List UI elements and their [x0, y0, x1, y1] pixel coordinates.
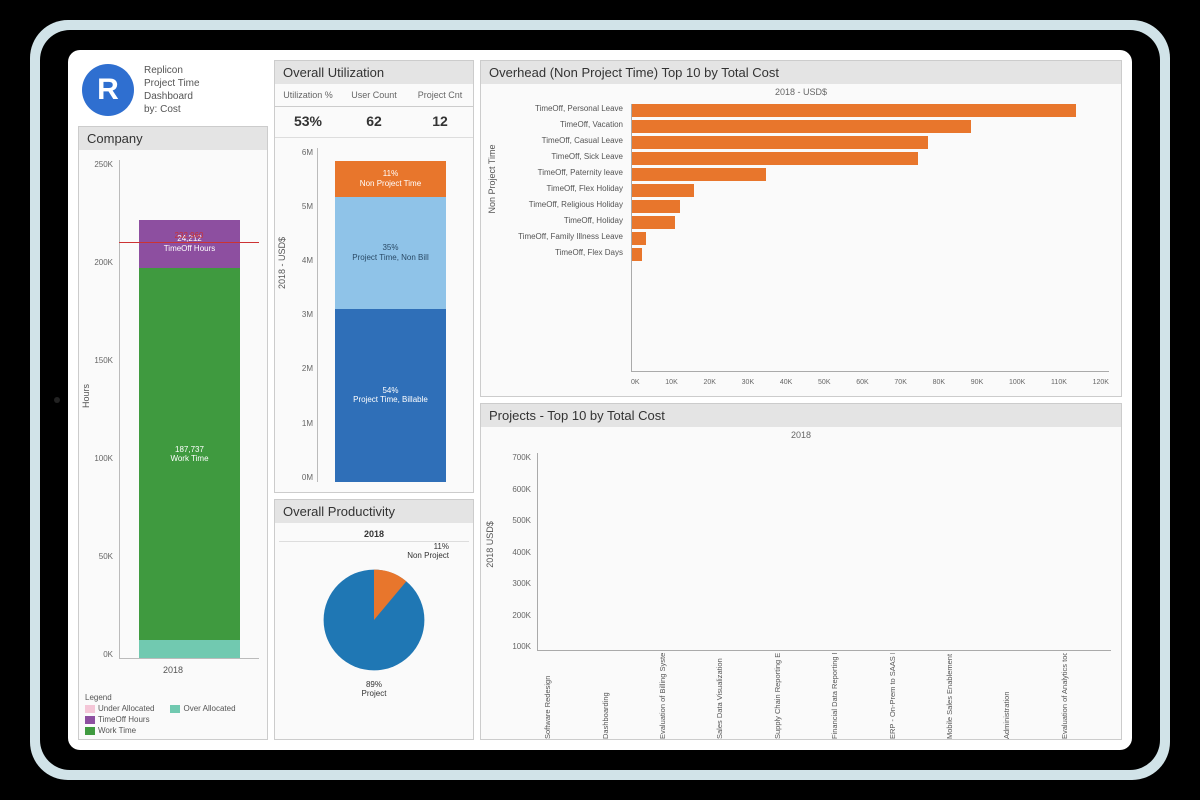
- overhead-x-ticks: 0K10K20K30K40K50K60K70K80K90K100K110K120…: [631, 379, 1109, 386]
- logo-block: R Replicon Project Time Dashboard by: Co…: [78, 60, 268, 120]
- kpi-value-project-cnt: 12: [407, 107, 473, 135]
- overhead-row-labels: TimeOff, Personal Leave TimeOff, Vacatio…: [481, 104, 629, 264]
- overhead-bar[interactable]: [632, 120, 971, 133]
- title-line1: Replicon: [144, 64, 200, 77]
- legend-timeoff: TimeOff Hours: [85, 715, 150, 724]
- kpi-value-user-count: 62: [341, 107, 407, 135]
- projects-subtitle: 2018: [481, 427, 1121, 443]
- overhead-bar[interactable]: [632, 184, 694, 197]
- company-y-ticks: 0K 50K 100K 150K 200K 250K: [91, 160, 113, 659]
- projects-y-ticks: 100K200K300K400K500K600K700K: [505, 453, 531, 651]
- overhead-bar[interactable]: [632, 168, 766, 181]
- title-line3: Dashboard: [144, 90, 200, 103]
- util-seg-non-project[interactable]: 11% Non Project Time: [335, 161, 445, 196]
- middle-column: Overall Utilization Utilization % User C…: [274, 60, 474, 740]
- productivity-year: 2018: [279, 527, 469, 542]
- company-panel[interactable]: Company Hours 0K 50K 100K 150K 200K 250K: [78, 126, 268, 740]
- company-seg-over-allocated[interactable]: [139, 640, 239, 658]
- projects-chart[interactable]: 2018 USD$ 100K200K300K400K500K600K700K: [481, 443, 1121, 739]
- company-chart[interactable]: Hours 0K 50K 100K 150K 200K 250K: [79, 150, 267, 689]
- projects-y-label: 2018 USD$: [485, 521, 495, 568]
- kpi-header-user-count: User Count: [341, 84, 407, 107]
- overhead-bar[interactable]: [632, 232, 646, 245]
- utilization-chart[interactable]: 2018 - USD$ 0M 1M 2M 3M 4M 5M 6M: [275, 137, 473, 492]
- tablet-bezel: R Replicon Project Time Dashboard by: Co…: [40, 30, 1160, 770]
- title-line2: Project Time: [144, 77, 200, 90]
- overhead-bar[interactable]: [632, 152, 918, 165]
- company-seg-timeoff[interactable]: 24,212 TimeOff Hours: [139, 220, 239, 268]
- overhead-bar[interactable]: [632, 248, 642, 261]
- utilization-panel[interactable]: Overall Utilization Utilization % User C…: [274, 60, 474, 493]
- right-column: Overhead (Non Project Time) Top 10 by To…: [480, 60, 1122, 740]
- company-reference-line: 232,960: [119, 242, 259, 243]
- overhead-title: Overhead (Non Project Time) Top 10 by To…: [481, 61, 1121, 84]
- utilization-y-ticks: 0M 1M 2M 3M 4M 5M 6M: [291, 148, 313, 482]
- kpi-header-project-cnt: Project Cnt: [407, 84, 473, 107]
- legend-heading: Legend: [85, 693, 261, 702]
- kpi-header-utilization: Utilization %: [275, 84, 341, 107]
- overhead-subtitle: 2018 - USD$: [481, 84, 1121, 100]
- utilization-plot-area: 11% Non Project Time 35% Project Time, N…: [317, 148, 463, 482]
- productivity-proj-label: 89%Project: [279, 680, 469, 698]
- utilization-stacked-bar[interactable]: 11% Non Project Time 35% Project Time, N…: [335, 161, 445, 481]
- company-stacked-bar[interactable]: 187,737 Work Time 24,212 TimeOff Hours: [139, 220, 239, 658]
- overhead-plot-area: [631, 104, 1109, 372]
- overhead-panel[interactable]: Overhead (Non Project Time) Top 10 by To…: [480, 60, 1122, 397]
- projects-panel[interactable]: Projects - Top 10 by Total Cost 2018 201…: [480, 403, 1122, 740]
- tablet-frame: R Replicon Project Time Dashboard by: Co…: [30, 20, 1170, 780]
- legend-under-allocated: Under Allocated: [85, 704, 154, 713]
- utilization-y-label: 2018 - USD$: [277, 237, 287, 289]
- utilization-title: Overall Utilization: [275, 61, 473, 84]
- productivity-body: 2018 11%Non Project 89%Project: [275, 523, 473, 739]
- util-seg-billable[interactable]: 54% Project Time, Billable: [335, 309, 445, 482]
- projects-plot-area: [537, 453, 1111, 651]
- productivity-title: Overall Productivity: [275, 500, 473, 523]
- dashboard-screen: R Replicon Project Time Dashboard by: Co…: [68, 50, 1132, 750]
- utilization-kpi-table: Utilization % User Count Project Cnt 53%…: [275, 84, 473, 135]
- overhead-bar[interactable]: [632, 104, 1076, 117]
- projects-title: Projects - Top 10 by Total Cost: [481, 404, 1121, 427]
- overhead-bar[interactable]: [632, 136, 928, 149]
- overhead-bar[interactable]: [632, 216, 675, 229]
- util-seg-non-billable[interactable]: 35% Project Time, Non Bill: [335, 197, 445, 309]
- company-panel-title: Company: [79, 127, 267, 150]
- productivity-non-label: 11%Non Project: [279, 542, 469, 560]
- camera-dot: [54, 397, 60, 403]
- company-y-axis-label: Hours: [81, 383, 91, 407]
- kpi-value-utilization: 53%: [275, 107, 341, 135]
- left-column: R Replicon Project Time Dashboard by: Co…: [78, 60, 268, 740]
- productivity-pie-chart[interactable]: [314, 560, 434, 680]
- dashboard-title: Replicon Project Time Dashboard by: Cost: [144, 64, 200, 116]
- company-legend: Legend Under Allocated Over Allocated Ti…: [79, 689, 267, 739]
- legend-over-allocated: Over Allocated: [170, 704, 235, 713]
- company-seg-work-time[interactable]: 187,737 Work Time: [139, 268, 239, 640]
- company-x-category: 2018: [79, 665, 267, 675]
- overhead-chart[interactable]: Non Project Time: [481, 100, 1121, 396]
- projects-x-labels: Software Redesign Dashboarding Evaluatio…: [537, 653, 1111, 739]
- productivity-panel[interactable]: Overall Productivity 2018 11%Non Project…: [274, 499, 474, 740]
- title-line4: by: Cost: [144, 103, 200, 116]
- replicon-logo-icon: R: [82, 64, 134, 116]
- legend-work-time: Work Time: [85, 726, 136, 735]
- overhead-bar[interactable]: [632, 200, 680, 213]
